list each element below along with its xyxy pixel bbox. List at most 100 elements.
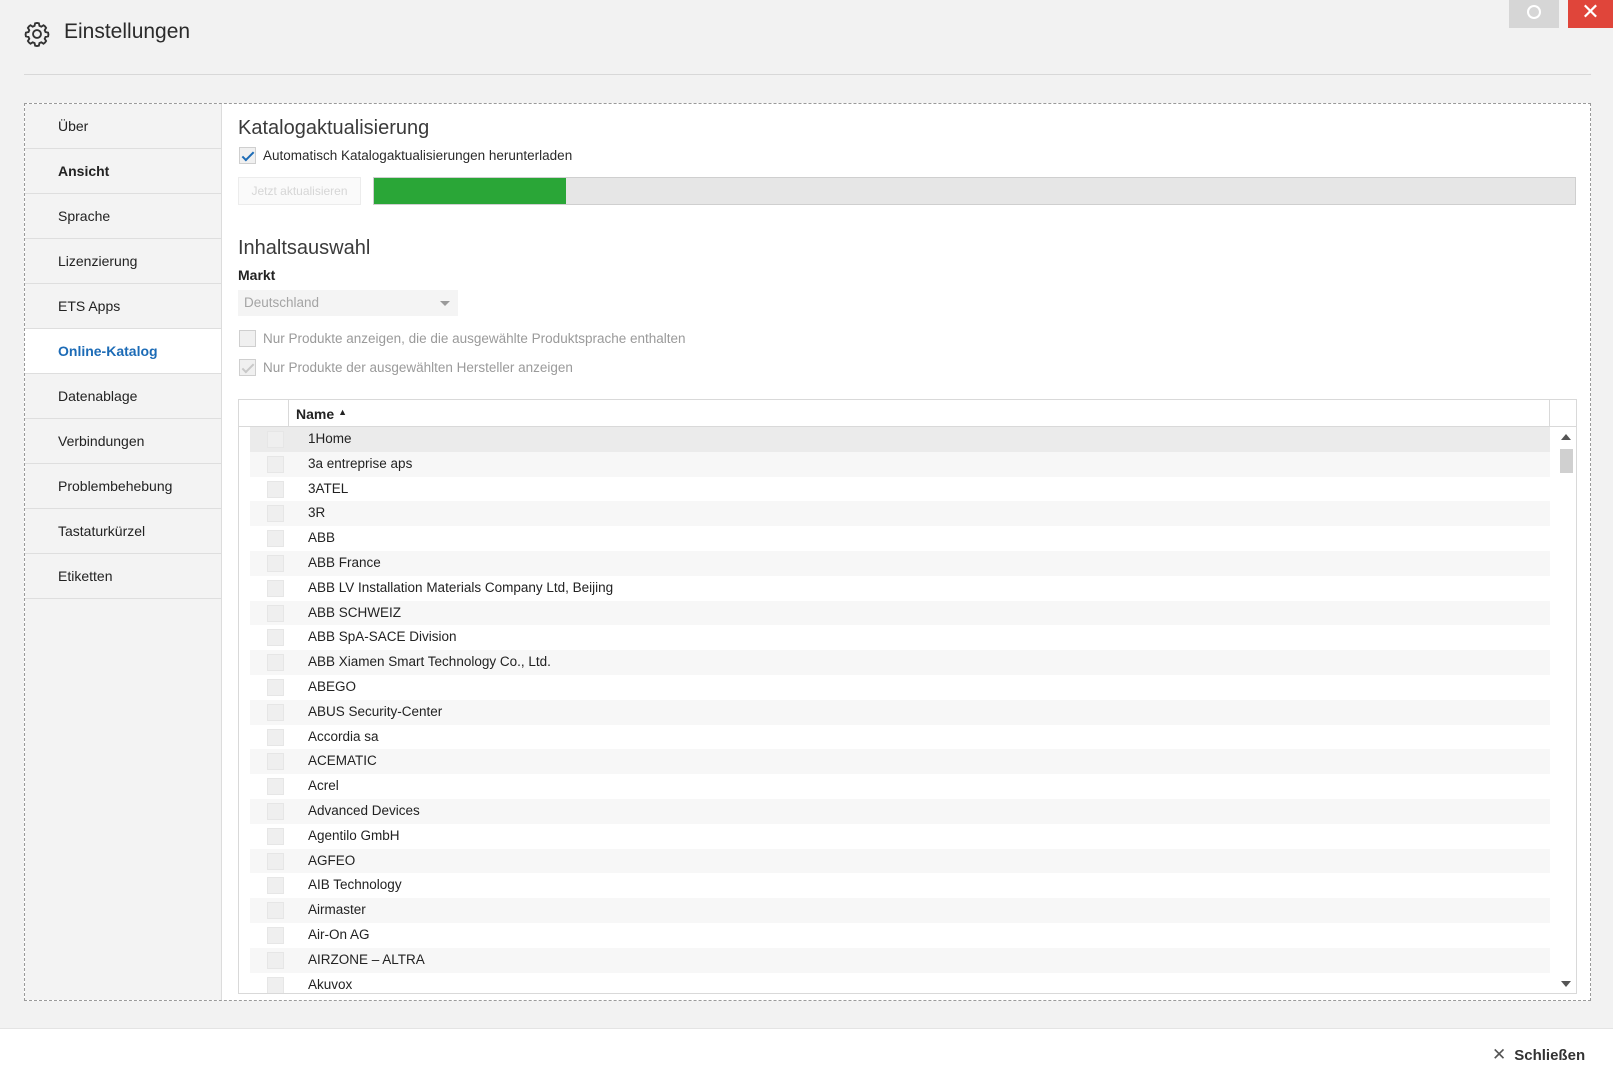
- table-row[interactable]: Akuvox: [250, 973, 1550, 993]
- window-title: Einstellungen: [64, 20, 191, 43]
- row-checkbox[interactable]: [267, 827, 284, 845]
- table-row[interactable]: Air-On AG: [250, 923, 1550, 948]
- row-checkbox[interactable]: [267, 455, 284, 473]
- update-progress-bar: [373, 177, 1576, 205]
- online-catalog-content: Katalogaktualisierung Automatisch Katalo…: [223, 104, 1590, 1000]
- window-secondary-button[interactable]: [1509, 0, 1559, 28]
- table-row[interactable]: ABEGO: [250, 675, 1550, 700]
- sidebar-item-lizenzierung[interactable]: Lizenzierung: [25, 239, 221, 284]
- header-check-column[interactable]: [239, 400, 289, 426]
- sidebar-item-ets-apps[interactable]: ETS Apps: [25, 284, 221, 329]
- table-row[interactable]: ABB LV Installation Materials Company Lt…: [250, 576, 1550, 601]
- row-checkbox[interactable]: [267, 654, 284, 672]
- row-checkbox[interactable]: [267, 753, 284, 771]
- sidebar-item-etiketten[interactable]: Etiketten: [25, 554, 221, 599]
- table-row[interactable]: AGFEO: [250, 848, 1550, 874]
- header-name-label: Name: [296, 406, 335, 422]
- row-name: Accordia sa: [308, 728, 379, 744]
- row-checkbox[interactable]: [267, 703, 284, 721]
- row-checkbox[interactable]: [267, 604, 284, 622]
- row-name: Akuvox: [308, 976, 353, 992]
- manufacturer-filter-checkbox[interactable]: [239, 359, 256, 376]
- table-row[interactable]: ACEMATIC: [250, 749, 1550, 775]
- sidebar-item-problembehebung[interactable]: Problembehebung: [25, 464, 221, 509]
- row-name: ABEGO: [308, 678, 357, 694]
- table-row[interactable]: Agentilo GmbH: [250, 824, 1550, 849]
- close-icon: ✕: [1581, 0, 1600, 24]
- table-row[interactable]: AIRZONE – ALTRA: [250, 947, 1550, 973]
- scroll-up-icon[interactable]: [1561, 434, 1571, 440]
- table-row[interactable]: ABB France: [250, 550, 1550, 576]
- title-divider: [24, 74, 1591, 75]
- row-checkbox[interactable]: [267, 554, 284, 572]
- catalog-update-heading: Katalogaktualisierung: [238, 117, 430, 139]
- row-checkbox[interactable]: [267, 431, 284, 448]
- row-checkbox[interactable]: [267, 902, 284, 920]
- table-row[interactable]: 3R: [250, 501, 1550, 527]
- close-icon: ✕: [1492, 1045, 1507, 1064]
- content-selection-heading: Inhaltsauswahl: [238, 237, 371, 259]
- table-row[interactable]: ABB SCHWEIZ: [250, 600, 1550, 626]
- row-name: 3ATEL: [308, 480, 349, 496]
- row-name: AIRZONE – ALTRA: [308, 951, 425, 967]
- settings-window: Einstellungen ✕ Über Ansicht Sprache Liz…: [0, 0, 1613, 1080]
- row-checkbox[interactable]: [267, 852, 284, 870]
- table-row[interactable]: ABB: [250, 526, 1550, 551]
- row-checkbox[interactable]: [267, 579, 284, 597]
- row-checkbox[interactable]: [267, 976, 284, 993]
- sort-ascending-icon: ▲: [338, 407, 348, 417]
- settings-sidebar: Über Ansicht Sprache Lizenzierung ETS Ap…: [25, 104, 222, 1000]
- sidebar-item-verbindungen[interactable]: Verbindungen: [25, 419, 221, 464]
- table-row[interactable]: Advanced Devices: [250, 798, 1550, 824]
- row-name: ACEMATIC: [308, 753, 377, 769]
- row-checkbox[interactable]: [267, 728, 284, 746]
- row-checkbox[interactable]: [267, 480, 284, 498]
- table-row[interactable]: ABB SpA-SACE Division: [250, 625, 1550, 650]
- table-row[interactable]: 3ATEL: [250, 477, 1550, 502]
- manufacturer-table: Name ▲ 1Home 3a entreprise aps 3ATEL 3R ABB AB…: [238, 399, 1577, 994]
- sidebar-item-tastaturkuerzel[interactable]: Tastaturkürzel: [25, 509, 221, 554]
- manufacturer-filter-label: Nur Produkte der ausgewählten Hersteller…: [263, 360, 573, 375]
- row-checkbox[interactable]: [267, 802, 284, 820]
- row-name: Advanced Devices: [308, 802, 420, 818]
- table-row[interactable]: Accordia sa: [250, 725, 1550, 750]
- update-now-button[interactable]: Jetzt aktualisieren: [238, 177, 361, 205]
- row-name: ABB SCHWEIZ: [308, 604, 402, 620]
- header-divider: [1549, 400, 1550, 426]
- scroll-down-icon[interactable]: [1561, 981, 1571, 987]
- sidebar-item-datenablage[interactable]: Datenablage: [25, 374, 221, 419]
- table-row[interactable]: 3a entreprise aps: [250, 451, 1550, 477]
- table-row[interactable]: Airmaster: [250, 898, 1550, 923]
- table-row[interactable]: AIB Technology: [250, 873, 1550, 898]
- row-checkbox[interactable]: [267, 926, 284, 944]
- scroll-thumb[interactable]: [1560, 449, 1573, 473]
- circle-icon: [1527, 5, 1541, 19]
- row-checkbox[interactable]: [267, 678, 284, 696]
- row-name: ABB LV Installation Materials Company Lt…: [308, 579, 614, 595]
- table-row[interactable]: 1Home: [250, 427, 1550, 452]
- row-checkbox[interactable]: [267, 951, 284, 969]
- table-row[interactable]: Acrel: [250, 774, 1550, 799]
- row-checkbox[interactable]: [267, 778, 284, 796]
- window-close-button[interactable]: ✕: [1568, 0, 1613, 28]
- row-name: Airmaster: [308, 902, 366, 918]
- market-select[interactable]: Deutschland: [238, 290, 458, 316]
- title-bar: Einstellungen ✕: [0, 0, 1613, 75]
- auto-download-label: Automatisch Katalogaktualisierungen heru…: [263, 148, 573, 163]
- sidebar-item-online-katalog[interactable]: Online-Katalog: [25, 329, 221, 374]
- row-checkbox[interactable]: [267, 629, 284, 647]
- row-checkbox[interactable]: [267, 505, 284, 523]
- auto-download-checkbox[interactable]: [239, 147, 256, 164]
- table-scrollbar[interactable]: [1557, 427, 1576, 993]
- table-row[interactable]: ABB Xiamen Smart Technology Co., Ltd.: [250, 650, 1550, 675]
- row-checkbox[interactable]: [267, 530, 284, 548]
- table-row[interactable]: ABUS Security-Center: [250, 699, 1550, 725]
- language-filter-checkbox[interactable]: [239, 330, 256, 347]
- sidebar-item-sprache[interactable]: Sprache: [25, 194, 221, 239]
- sidebar-item-ueber[interactable]: Über: [25, 104, 221, 149]
- header-name-column[interactable]: Name ▲: [296, 406, 347, 422]
- sidebar-item-ansicht[interactable]: Ansicht: [25, 149, 221, 194]
- row-checkbox[interactable]: [267, 877, 284, 895]
- market-label: Markt: [238, 267, 276, 283]
- close-dialog-button[interactable]: ✕ Schließen: [1492, 1045, 1585, 1065]
